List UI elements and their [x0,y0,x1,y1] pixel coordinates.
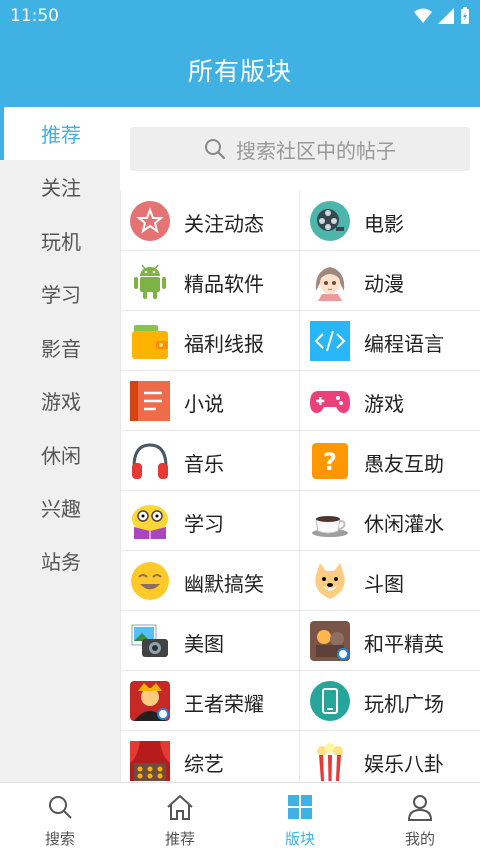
board-label: 愚友互助 [364,452,444,476]
board-item[interactable]: 音乐 [120,431,300,491]
peace-elite-icon [310,621,350,661]
film-reel-icon [310,201,350,241]
board-item[interactable]: 综艺 [120,731,300,782]
board-label: 学习 [184,512,224,536]
board-label: 编程语言 [364,332,444,356]
search-input[interactable]: 搜索社区中的帖子 [130,127,470,171]
board-label: 玩机广场 [364,692,444,716]
board-item[interactable]: 精品软件 [120,251,300,311]
board-item[interactable]: 福利线报 [120,311,300,371]
board-item[interactable]: 玩机广场 [300,671,480,731]
board-item[interactable]: 斗图 [300,551,480,611]
board-label: 电影 [364,212,404,236]
board-item[interactable]: 和平精英 [300,611,480,671]
user-icon [407,795,433,821]
home-icon [167,794,193,820]
board-label: 福利线报 [184,332,264,356]
search-icon [205,139,226,160]
question-icon: ? [312,443,348,479]
search-icon [49,796,72,819]
board-label: 游戏 [364,392,404,416]
laugh-emoji-icon [131,562,169,600]
page-title: 所有版块 [187,57,292,86]
wallet-icon [132,325,168,359]
headphones-icon [132,443,168,479]
sidebar-item-study[interactable]: 学习 [0,267,120,320]
sidebar-item-media[interactable]: 影音 [0,321,120,374]
android-icon [134,264,166,299]
sidebar-item-phone[interactable]: 玩机 [0,214,120,267]
board-label: 关注动态 [184,212,264,236]
board-label: 和平精英 [364,632,444,656]
honor-of-kings-icon [130,681,170,721]
svg-text:?: ? [323,448,337,476]
board-label: 美图 [184,632,224,656]
board-item[interactable]: 娱乐八卦 [300,731,480,782]
board-item[interactable]: 动漫 [300,251,480,311]
signal-icon [438,8,454,24]
search-placeholder: 搜索社区中的帖子 [236,138,396,163]
sidebar-item-follow[interactable]: 关注 [0,160,120,213]
board-label: 幽默搞笑 [184,572,264,596]
status-icons [414,7,470,25]
coffee-cup-icon [312,516,348,537]
camera-photo-icon [131,624,168,657]
status-time: 11:50 [10,6,59,26]
grid-icon [288,795,312,819]
board-label: 娱乐八卦 [364,752,444,776]
sidebar-item-games[interactable]: 游戏 [0,374,120,427]
sidebar-item-leisure[interactable]: 休闲 [0,428,120,481]
tab-label: 我的 [404,830,435,848]
board-label: 斗图 [364,572,404,596]
board-item[interactable]: 美图 [120,611,300,671]
tab-label: 推荐 [164,830,195,848]
board-label: 音乐 [184,452,224,476]
tab-boards[interactable]: 版块 [240,783,360,855]
board-label: 王者荣耀 [184,692,264,716]
sidebar-item-recommend[interactable]: 推荐 [0,107,120,160]
phone-icon [310,681,350,721]
board-label: 精品软件 [184,272,264,296]
study-emoji-icon [132,505,168,539]
popcorn-icon [317,743,343,781]
tab-recommend[interactable]: 推荐 [120,783,240,855]
board-item[interactable]: 关注动态 [120,191,300,251]
anime-girl-icon [310,261,350,301]
battery-icon [461,7,469,24]
status-bar: 11:50 [0,0,480,33]
book-icon [130,381,170,421]
doge-icon [315,563,345,599]
board-item[interactable]: 休闲灌水 [300,491,480,551]
wifi-icon [414,8,432,23]
tab-label: 版块 [284,830,315,848]
bottom-nav: 搜索 推荐 版块 我的 [0,782,480,855]
board-item[interactable]: 学习 [120,491,300,551]
board-item[interactable]: 电影 [300,191,480,251]
tab-me[interactable]: 我的 [360,783,480,855]
star-badge-icon [130,201,170,241]
board-item[interactable]: 编程语言 [300,311,480,371]
board-item[interactable]: ? 愚友互助 [300,431,480,491]
sidebar-item-interest[interactable]: 兴趣 [0,481,120,534]
board-label: 综艺 [184,752,224,776]
app-header: 11:50 所有版块 [0,0,480,107]
tab-search[interactable]: 搜索 [0,783,120,855]
board-item[interactable]: 王者荣耀 [120,671,300,731]
theater-icon [130,741,170,781]
category-sidebar: 推荐 关注 玩机 学习 影音 游戏 休闲 兴趣 站务 [0,107,120,782]
board-item[interactable]: 小说 [120,371,300,431]
sidebar-item-site[interactable]: 站务 [0,534,120,587]
board-label: 动漫 [364,272,404,296]
gamepad-icon [310,391,350,413]
board-label: 休闲灌水 [364,512,444,536]
board-label: 小说 [184,392,224,416]
board-item[interactable]: 游戏 [300,371,480,431]
board-grid: 关注动态 电影 精品软件 动漫 福利线报 编程语言 小说 游戏 音乐 ? 愚友互… [120,191,480,782]
tab-label: 搜索 [44,830,75,848]
code-icon [310,321,350,361]
app-root: 11:50 所有版块 推荐 关注 玩机 学习 影音 游戏 休闲 兴趣 站务 搜索… [0,0,480,855]
board-item[interactable]: 幽默搞笑 [120,551,300,611]
